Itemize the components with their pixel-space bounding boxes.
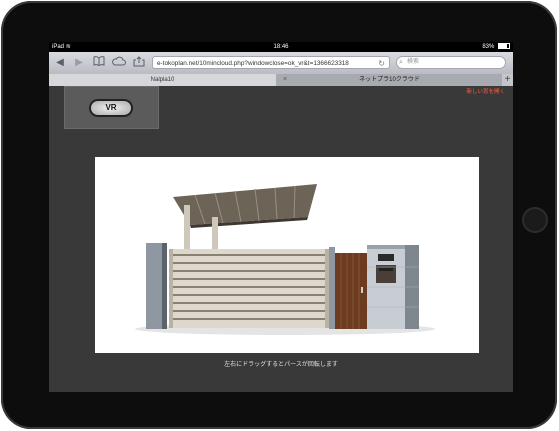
- page-content: VR 新しい窓を開く 左右にドラッグするとパースが回転します: [49, 86, 513, 392]
- drag-instruction: 左右にドラッグするとパースが回転します: [224, 362, 338, 368]
- clock: 18:46: [273, 44, 289, 50]
- battery-percent: 83%: [482, 44, 495, 50]
- url-text: e-tokoplan.net/10mincloud.php?windowclos…: [157, 60, 349, 67]
- status-bar: iPad ≋ 18:46 83%: [49, 42, 513, 52]
- new-tab-button[interactable]: +: [502, 74, 513, 86]
- tab-netpla10-cloud[interactable]: × ネットプラ10クラウド: [277, 74, 502, 86]
- tab-nalpla10[interactable]: Nalpla10: [49, 74, 276, 86]
- forward-icon[interactable]: ▶: [72, 56, 86, 70]
- vr-button[interactable]: VR: [89, 99, 133, 117]
- tab-label: Nalpla10: [150, 77, 175, 83]
- home-button[interactable]: [522, 207, 548, 233]
- tab-label: ネットプラ10クラウド: [359, 77, 420, 83]
- reload-icon[interactable]: ↻: [378, 57, 385, 68]
- vr-panel: VR: [64, 86, 159, 129]
- search-placeholder: 検索: [407, 59, 420, 65]
- battery-icon: [498, 43, 510, 50]
- open-new-window-link[interactable]: 新しい窓を開く: [466, 87, 505, 95]
- battery-indicator: 83%: [482, 42, 510, 52]
- address-bar[interactable]: e-tokoplan.net/10mincloud.php?windowclos…: [152, 56, 390, 69]
- share-icon[interactable]: [132, 56, 146, 70]
- search-icon: ⌕: [399, 59, 403, 66]
- 3d-gate-viewer[interactable]: [95, 157, 479, 353]
- tablet-screen: iPad ≋ 18:46 83% ◀ ▶ e-tokoplan.net/10mi…: [49, 42, 513, 392]
- gate-render-image: [135, 184, 435, 335]
- bookmarks-icon[interactable]: [92, 56, 106, 70]
- search-field[interactable]: ⌕ 検索: [396, 56, 506, 69]
- back-icon[interactable]: ◀: [53, 56, 67, 70]
- browser-toolbar: ◀ ▶ e-tokoplan.net/10mincloud.php?window…: [49, 52, 513, 75]
- close-icon[interactable]: ×: [283, 74, 287, 86]
- tablet-frame: iPad ≋ 18:46 83% ◀ ▶ e-tokoplan.net/10mi…: [1, 1, 557, 429]
- icloud-tabs-icon[interactable]: [112, 56, 126, 70]
